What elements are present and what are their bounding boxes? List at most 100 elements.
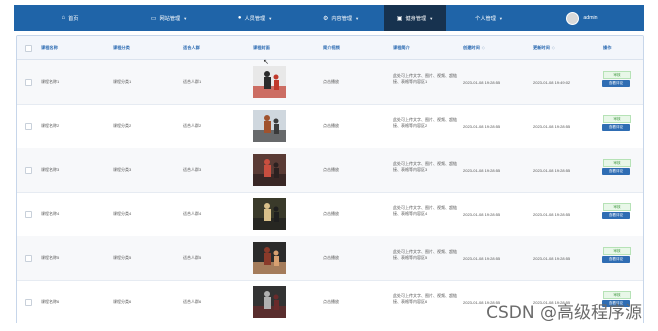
- row-checkbox[interactable]: [25, 299, 32, 306]
- row-checkbox[interactable]: [25, 211, 32, 218]
- updated-time: 2023-01-08 19:28:55: [533, 255, 571, 261]
- nav-item-users[interactable]: ● 人员管理 ▼: [212, 5, 298, 31]
- nav-item-site[interactable]: ▭ 网站管理 ▼: [126, 5, 212, 31]
- course-intro: 此处可上传文字、图片、视频、超链接、表格等内容区5: [393, 249, 457, 260]
- created-time: 2023-01-08 19:28:55: [463, 79, 501, 85]
- header-label: 课程简介: [393, 44, 410, 50]
- review-badge[interactable]: 审核: [603, 71, 631, 79]
- col-header-audience[interactable]: 适合人群: [183, 36, 200, 59]
- nav-item-personal[interactable]: 个人管理 ▼: [446, 5, 532, 31]
- course-cover-image[interactable]: [253, 110, 286, 142]
- header-label: 简介视频: [323, 44, 340, 50]
- course-intro: 此处可上传文字、图片、视频、超链接、表格等内容区3: [393, 161, 457, 172]
- review-badge[interactable]: 审核: [603, 115, 631, 123]
- course-audience: 适合人群3: [183, 167, 202, 172]
- play-video-link[interactable]: 点击播放: [323, 104, 339, 148]
- col-header-name[interactable]: 课程名称: [41, 36, 58, 59]
- course-category: 课程分类5: [113, 255, 132, 260]
- course-audience: 适合人群2: [183, 123, 202, 128]
- view-comments-button[interactable]: 查看评论: [602, 212, 630, 219]
- table-row[interactable]: 课程名称1 课程分类1 适合人群1 点击播放 此处可上传文字、图片、视频、超链接、表格等…: [17, 60, 643, 105]
- row-checkbox[interactable]: [25, 123, 32, 130]
- user-menu[interactable]: admin: [532, 5, 632, 31]
- view-comments-button[interactable]: 查看评论: [602, 256, 630, 263]
- chevron-down-icon: ▼: [429, 15, 434, 21]
- header-label: 课程名称: [41, 44, 58, 50]
- header-label: 更新时间: [533, 44, 550, 50]
- avatar: [566, 11, 580, 25]
- view-comments-button[interactable]: 查看评论: [602, 168, 630, 175]
- chevron-down-icon: ▼: [498, 15, 503, 21]
- course-category: 课程分类2: [113, 123, 132, 128]
- chevron-down-icon: ▼: [183, 15, 188, 21]
- col-header-updated[interactable]: 更新时间 ◇: [533, 36, 555, 59]
- created-time: 2023-01-08 19:28:55: [463, 211, 501, 217]
- user-icon: ●: [237, 15, 242, 21]
- course-cover-image[interactable]: [253, 198, 286, 230]
- course-cover-image[interactable]: [253, 286, 286, 318]
- course-table: 课程名称 课程分类 适合人群 课程封面 简介视频 课程简介 创建时间 ◇ 更新时间…: [16, 35, 644, 323]
- nav-item-content[interactable]: ⚙ 内容管理 ▼: [298, 5, 384, 31]
- play-video-link[interactable]: 点击播放: [323, 148, 339, 192]
- review-badge[interactable]: 审核: [603, 159, 631, 167]
- cover-picture: [253, 242, 286, 274]
- view-comments-button[interactable]: 查看评论: [602, 80, 630, 87]
- table-header: 课程名称 课程分类 适合人群 课程封面 简介视频 课程简介 创建时间 ◇ 更新时间…: [17, 36, 643, 60]
- play-video-link[interactable]: 点击播放: [323, 236, 339, 280]
- top-nav: ⌂ 首页 ▭ 网站管理 ▼ ● 人员管理 ▼ ⚙ 内容管理 ▼ ▣ 健身管理 ▼…: [14, 5, 644, 31]
- play-video-link[interactable]: 点击播放: [323, 60, 339, 104]
- col-header-video[interactable]: 简介视频: [323, 36, 340, 59]
- table-row[interactable]: 课程名称2 课程分类2 适合人群2 点击播放 此处可上传文字、图片、视频、超链接、表格等…: [17, 104, 643, 149]
- monitor-icon: ▭: [150, 15, 157, 22]
- header-label: 适合人群: [183, 44, 200, 50]
- col-header-cover[interactable]: 课程封面: [253, 36, 270, 59]
- sort-icon[interactable]: ◇: [482, 45, 485, 50]
- select-all-checkbox[interactable]: [25, 45, 32, 52]
- header-label: 创建时间: [463, 44, 480, 50]
- table-row[interactable]: 课程名称5 课程分类5 适合人群5 点击播放 此处可上传文字、图片、视频、超链接、表格等…: [17, 236, 643, 281]
- username: admin: [583, 15, 598, 21]
- col-header-intro[interactable]: 课程简介: [393, 36, 410, 59]
- updated-time: 2023-01-08 19:28:55: [533, 167, 571, 173]
- home-icon: ⌂: [61, 15, 66, 21]
- view-comments-button[interactable]: 查看评论: [602, 124, 630, 131]
- course-intro: 此处可上传文字、图片、视频、超链接、表格等内容区2: [393, 117, 457, 128]
- row-checkbox[interactable]: [25, 167, 32, 174]
- course-audience: 适合人群1: [183, 79, 202, 84]
- course-name: 课程名称4: [41, 211, 60, 216]
- course-audience: 适合人群5: [183, 255, 202, 260]
- cover-picture: [253, 198, 286, 230]
- nav-label: 个人管理: [475, 15, 496, 22]
- updated-time: 2023-01-08 19:28:55: [533, 123, 571, 129]
- course-cover-image[interactable]: [253, 154, 286, 186]
- updated-time: 2023-01-08 19:49:02: [533, 79, 571, 85]
- course-name: 课程名称6: [41, 299, 60, 304]
- review-badge[interactable]: 审核: [603, 203, 631, 211]
- nav-label: 网站管理: [159, 15, 181, 22]
- nav-item-fitness[interactable]: ▣ 健身管理 ▼: [384, 5, 446, 31]
- cover-picture: [253, 66, 286, 98]
- col-header-category[interactable]: 课程分类: [113, 36, 130, 59]
- header-label: 操作: [603, 44, 612, 50]
- table-row[interactable]: 课程名称4 课程分类4 适合人群4 点击播放 此处可上传文字、图片、视频、超链接、表格等…: [17, 192, 643, 237]
- gear-icon: ⚙: [322, 15, 329, 22]
- col-header-created[interactable]: 创建时间 ◇: [463, 36, 485, 59]
- play-video-link[interactable]: 点击播放: [323, 280, 339, 323]
- nav-item-home[interactable]: ⌂ 首页: [14, 5, 126, 31]
- col-header-action: 操作: [603, 36, 611, 59]
- play-video-link[interactable]: 点击播放: [323, 192, 339, 236]
- course-cover-image[interactable]: [253, 242, 286, 274]
- nav-label: 首页: [68, 15, 79, 22]
- chevron-down-icon: ▼: [268, 15, 273, 21]
- row-checkbox[interactable]: [25, 255, 32, 262]
- course-intro: 此处可上传文字、图片、视频、超链接、表格等内容区1: [393, 73, 457, 84]
- course-name: 课程名称1: [41, 79, 60, 84]
- cover-picture: [253, 110, 286, 142]
- course-cover-image[interactable]: [253, 66, 286, 98]
- course-name: 课程名称2: [41, 123, 60, 128]
- created-time: 2023-01-08 19:28:55: [463, 123, 501, 129]
- table-row[interactable]: 课程名称3 课程分类3 适合人群3 点击播放 此处可上传文字、图片、视频、超链接、表格等…: [17, 148, 643, 193]
- review-badge[interactable]: 审核: [603, 247, 631, 255]
- row-checkbox[interactable]: [25, 79, 32, 86]
- sort-icon[interactable]: ◇: [552, 45, 555, 50]
